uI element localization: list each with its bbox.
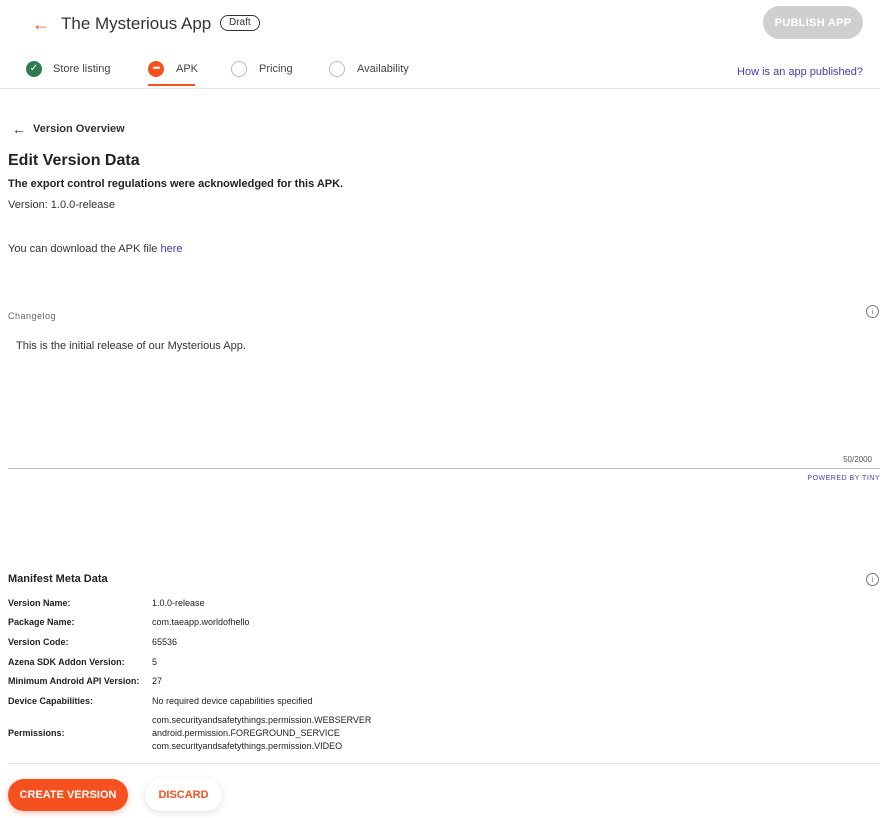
publish-app-button[interactable]: PUBLISH APP — [763, 6, 863, 39]
permission-item: com.securityandsafetythings.permission.W… — [152, 715, 372, 725]
manifest-label: Minimum Android API Version: — [8, 676, 140, 686]
powered-by-tiny-link[interactable]: POWERED BY TINY — [807, 475, 880, 482]
manifest-label: Version Code: — [8, 637, 69, 647]
download-prefix: You can download the APK file — [8, 243, 161, 255]
circle-icon — [231, 61, 247, 77]
how-published-link[interactable]: How is an app published? — [737, 66, 863, 78]
discard-button[interactable]: DISCARD — [145, 779, 222, 811]
step-label: Store listing — [53, 63, 111, 75]
changelog-label: Changelog — [8, 311, 57, 321]
info-icon[interactable]: i — [866, 305, 879, 318]
char-counter: 50/2000 — [843, 455, 872, 464]
manifest-value: 5 — [152, 657, 158, 667]
back-arrow-icon[interactable]: ← — [12, 121, 26, 137]
permission-item: com.securityandsafetythings.permission.V… — [152, 741, 343, 751]
permissions-label: Permissions: — [8, 728, 65, 738]
check-icon: ✓ — [26, 61, 42, 77]
download-link[interactable]: here — [161, 243, 183, 255]
download-text: You can download the APK file here — [8, 243, 183, 255]
info-icon[interactable]: i — [866, 573, 879, 586]
manifest-label: Azena SDK Addon Version: — [8, 657, 125, 667]
divider — [8, 763, 880, 764]
manifest-value: No required device capabilities specifie… — [152, 696, 313, 706]
manifest-title: Manifest Meta Data — [8, 573, 108, 585]
app-title: The Mysterious App — [61, 14, 212, 33]
manifest-value: 1.0.0-release — [152, 598, 205, 608]
changelog-text[interactable]: This is the initial release of our Myste… — [16, 340, 246, 352]
manifest-label: Package Name: — [8, 617, 75, 627]
step-label: Availability — [357, 63, 409, 75]
status-badge: Draft — [220, 15, 260, 31]
changelog-editor[interactable]: This is the initial release of our Myste… — [8, 330, 880, 469]
permission-item: android.permission.FOREGROUND_SERVICE — [152, 728, 340, 738]
active-step-underline — [148, 84, 195, 86]
manifest-label: Device Capabilities: — [8, 696, 94, 706]
create-version-button[interactable]: CREATE VERSION — [8, 779, 128, 811]
version-overview-link[interactable]: Version Overview — [33, 123, 125, 135]
step-label: APK — [176, 63, 199, 75]
ellipsis-icon: ••• — [148, 61, 164, 77]
manifest-value: 27 — [152, 676, 163, 686]
step-label: Pricing — [259, 63, 293, 75]
manifest-value: 65536 — [152, 637, 178, 647]
page-title: Edit Version Data — [8, 152, 140, 169]
back-arrow-icon[interactable]: ← — [30, 13, 52, 35]
manifest-label: Version Name: — [8, 598, 71, 608]
export-ack-text: The export control regulations were ackn… — [8, 178, 344, 190]
version-text: Version: 1.0.0-release — [8, 199, 116, 211]
manifest-value: com.taeapp.worldofhello — [152, 617, 250, 627]
circle-icon — [329, 61, 345, 77]
